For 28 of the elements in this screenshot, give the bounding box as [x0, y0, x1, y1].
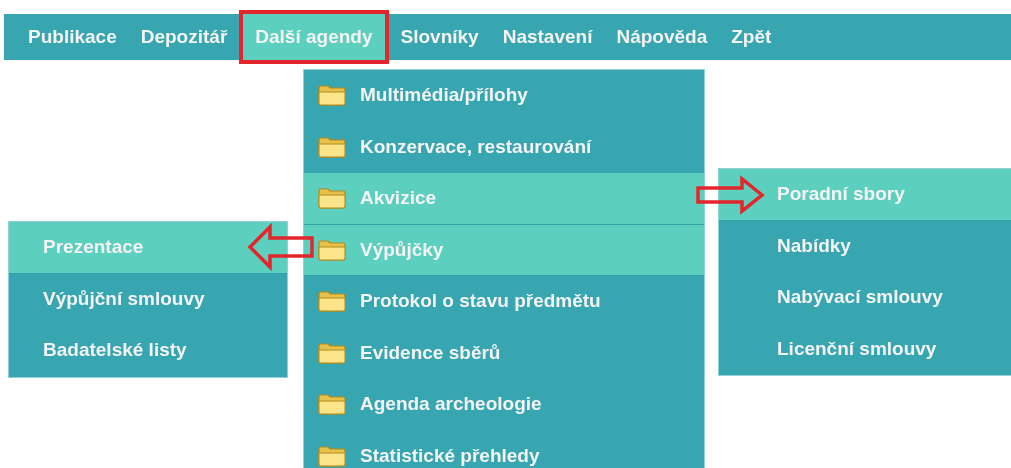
right-arrow-icon	[696, 177, 764, 213]
item-label: Výpůjčky	[360, 238, 444, 261]
item-label: Konzervace, restaurování	[360, 135, 592, 158]
item-label: Protokol o stavu předmětu	[360, 290, 601, 313]
submenu-item[interactable]: Poradní sbory	[719, 169, 1011, 221]
item-label: Statistické přehledy	[360, 444, 540, 467]
menu-item[interactable]: Nápověda	[604, 14, 720, 60]
folder-icon	[318, 393, 346, 416]
menu-item[interactable]: Nastavení	[490, 14, 605, 60]
menu-item[interactable]: Publikace	[16, 14, 129, 60]
menu-item[interactable]: Slovníky	[388, 14, 491, 60]
folder-icon	[318, 135, 346, 158]
folder-icon	[318, 444, 346, 467]
item-label: Multimédia/přílohy	[360, 84, 528, 107]
folder-icon	[318, 341, 346, 364]
menu-item[interactable]: Depozitář	[128, 14, 240, 60]
folder-icon	[318, 84, 346, 107]
folder-icon	[318, 290, 346, 313]
item-label: Agenda archeologie	[360, 393, 542, 416]
left-arrow-icon	[248, 225, 314, 269]
menu-item[interactable]: Zpět	[719, 14, 784, 60]
item-label: Evidence sběrů	[360, 341, 501, 364]
dropdown-item[interactable]: Akvizice	[304, 173, 704, 225]
folder-icon	[318, 238, 346, 261]
submenu-item[interactable]: Prezentace	[9, 222, 287, 274]
item-label: Akvizice	[360, 187, 437, 210]
folder-icon	[318, 187, 346, 210]
dropdown-item[interactable]: Výpůjčky	[304, 224, 704, 276]
